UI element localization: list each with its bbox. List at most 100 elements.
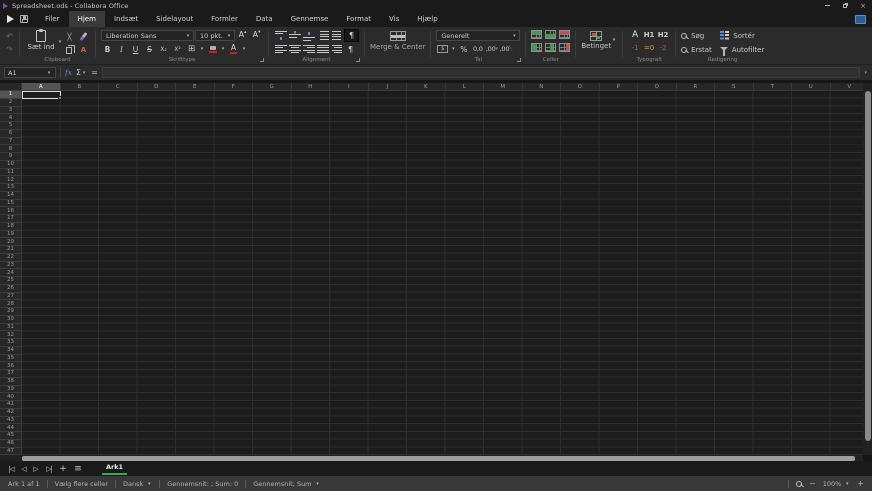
row-header-31[interactable]: 31	[0, 324, 21, 332]
grow-font-button[interactable]: A ▴	[236, 30, 249, 42]
expand-formula-bar-icon[interactable]: ▾	[864, 70, 867, 76]
row-header-37[interactable]: 37	[0, 370, 21, 378]
menu-tab-hjælp[interactable]: Hjælp	[408, 11, 446, 27]
font-color-dropdown-icon[interactable]: ▾	[241, 46, 247, 52]
search-button[interactable]: Søg	[681, 29, 712, 42]
notebookbar-toggle-icon[interactable]	[855, 14, 866, 24]
row-header-42[interactable]: 42	[0, 409, 21, 417]
selection-mode[interactable]: Vælg flere celler	[48, 480, 115, 488]
column-header-N[interactable]: N	[522, 83, 561, 91]
italic-button[interactable]: I	[115, 43, 128, 55]
font-color-button[interactable]: A	[227, 43, 240, 55]
zoom-in-button[interactable]: +	[857, 479, 864, 488]
next-sheet-button[interactable]: ▷	[30, 465, 42, 473]
column-header-I[interactable]: I	[330, 83, 369, 91]
text-direction-button[interactable]: ¶	[344, 29, 359, 43]
column-header-B[interactable]: B	[60, 83, 99, 91]
percent-format-button[interactable]: %	[457, 43, 470, 55]
row-header-32[interactable]: 32	[0, 331, 21, 339]
insert-rows-above-button[interactable]	[531, 30, 543, 39]
row-header-22[interactable]: 22	[0, 254, 21, 262]
function-wizard-button[interactable]: fx	[65, 68, 72, 77]
vertical-scrollbar[interactable]	[863, 83, 872, 455]
merge-center-button[interactable]: Merge & Center	[370, 43, 425, 51]
conditional-dropdown-icon[interactable]: ▾	[611, 37, 617, 43]
decrease-indent-button[interactable]	[330, 30, 343, 42]
row-header-29[interactable]: 29	[0, 308, 21, 316]
font-dialog-launcher-icon[interactable]	[260, 58, 264, 62]
row-header-34[interactable]: 34	[0, 347, 21, 355]
increase-indent-button[interactable]	[316, 30, 329, 42]
style-default-button[interactable]: A	[628, 30, 642, 40]
style-heading2-button[interactable]: H2	[656, 31, 670, 39]
row-header-46[interactable]: 46	[0, 440, 21, 448]
column-header-C[interactable]: C	[99, 83, 138, 91]
select-all-corner[interactable]	[0, 83, 22, 91]
row-header-36[interactable]: 36	[0, 362, 21, 370]
row-header-24[interactable]: 24	[0, 269, 21, 277]
row-header-44[interactable]: 44	[0, 424, 21, 432]
column-header-U[interactable]: U	[792, 83, 831, 91]
subscript-button[interactable]: X₂	[157, 43, 170, 55]
last-sheet-button[interactable]: ▷|	[42, 465, 56, 473]
shrink-font-button[interactable]: A ▾	[250, 30, 263, 42]
sum-button[interactable]: Σ ▾	[76, 68, 87, 77]
row-header-25[interactable]: 25	[0, 277, 21, 285]
number-format-select[interactable]: Generelt ▾	[436, 30, 521, 42]
cut-button[interactable]: ╳	[63, 31, 76, 43]
align-bottom-button[interactable]	[302, 30, 315, 42]
formatting-marks-button[interactable]: ¶	[344, 43, 357, 55]
align-right-button[interactable]	[302, 43, 315, 55]
currency-dropdown-icon[interactable]: ▾	[450, 46, 456, 52]
zoom-out-button[interactable]: −	[809, 479, 816, 488]
bold-button[interactable]: B	[101, 43, 114, 55]
row-header-6[interactable]: 6	[0, 130, 21, 138]
row-header-40[interactable]: 40	[0, 393, 21, 401]
row-header-17[interactable]: 17	[0, 215, 21, 223]
undo-button[interactable]: ↶	[3, 31, 16, 42]
row-header-26[interactable]: 26	[0, 285, 21, 293]
row-header-39[interactable]: 39	[0, 386, 21, 394]
row-header-45[interactable]: 45	[0, 432, 21, 440]
column-header-T[interactable]: T	[753, 83, 792, 91]
conditional-formatting-button[interactable]: Betinget	[581, 29, 611, 50]
insert-columns-after-button[interactable]	[545, 43, 557, 52]
row-header-10[interactable]: 10	[0, 161, 21, 169]
close-button[interactable]: ×	[854, 0, 872, 11]
cell-area[interactable]	[22, 91, 863, 455]
paste-button[interactable]: Sæt ind	[25, 29, 57, 55]
menu-tab-data[interactable]: Data	[247, 11, 282, 27]
column-header-S[interactable]: S	[715, 83, 754, 91]
background-color-dropdown-icon[interactable]: ▾	[220, 46, 226, 52]
menu-tab-formler[interactable]: Formler	[202, 11, 247, 27]
row-header-20[interactable]: 20	[0, 238, 21, 246]
add-decimal-button[interactable]: ,00 ▾	[485, 43, 498, 55]
row-header-2[interactable]: 2	[0, 99, 21, 107]
column-header-V[interactable]: V	[830, 83, 863, 91]
row-header-5[interactable]: 5	[0, 122, 21, 130]
previous-sheet-button[interactable]: ◁	[18, 465, 30, 473]
copy-button[interactable]	[63, 44, 76, 56]
style-good-button[interactable]: -1	[628, 44, 642, 52]
row-header-7[interactable]: 7	[0, 138, 21, 146]
delete-rows-button[interactable]	[559, 30, 571, 39]
autofilter-button[interactable]: Autofilter	[719, 43, 764, 56]
currency-format-button[interactable]: $	[436, 43, 449, 55]
stats-selector[interactable]: Gennemsnit; Sum ▾	[246, 480, 327, 488]
column-header-P[interactable]: P	[599, 83, 638, 91]
style-neutral-button[interactable]: =0	[642, 44, 656, 52]
menu-tab-format[interactable]: Format	[337, 11, 380, 27]
save-icon[interactable]	[20, 15, 28, 23]
column-header-J[interactable]: J	[368, 83, 407, 91]
underline-button[interactable]: U	[129, 43, 142, 55]
equals-button[interactable]: =	[91, 68, 98, 77]
menu-tab-sidelayout[interactable]: Sidelayout	[147, 11, 202, 27]
menu-tab-vis[interactable]: Vis	[380, 11, 408, 27]
font-name-select[interactable]: Liberation Sans ▾	[101, 30, 194, 42]
column-header-R[interactable]: R	[676, 83, 715, 91]
row-header-28[interactable]: 28	[0, 300, 21, 308]
row-header-38[interactable]: 38	[0, 378, 21, 386]
fill-handle[interactable]	[58, 96, 62, 100]
borders-dropdown-icon[interactable]: ▾	[199, 46, 205, 52]
insert-rows-below-button[interactable]	[545, 30, 557, 39]
